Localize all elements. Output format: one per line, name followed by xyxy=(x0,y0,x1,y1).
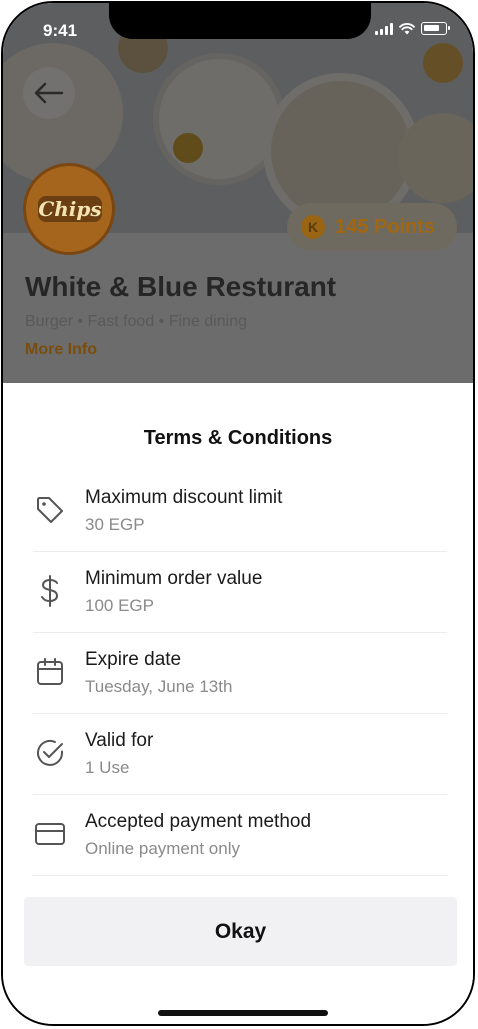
term-label: Maximum discount limit xyxy=(85,487,283,508)
home-indicator xyxy=(158,1010,328,1016)
logo-text: Chips xyxy=(38,196,102,222)
terms-bottom-sheet: Terms & Conditions Maximum discount limi… xyxy=(3,383,473,1024)
term-label: Valid for xyxy=(85,730,154,751)
check-circle-icon xyxy=(33,736,67,770)
status-icons xyxy=(375,22,450,35)
credit-card-icon xyxy=(33,817,67,851)
back-button[interactable] xyxy=(23,67,75,119)
term-value: 100 EGP xyxy=(85,596,154,615)
term-row-max-discount: Maximum discount limit 30 EGP xyxy=(33,471,447,552)
term-value: 30 EGP xyxy=(85,515,145,534)
wifi-icon xyxy=(399,23,415,35)
term-row-expire-date: Expire date Tuesday, June 13th xyxy=(33,633,447,714)
term-value: Online payment only xyxy=(85,839,240,858)
calendar-icon xyxy=(33,655,67,689)
dollar-icon xyxy=(33,574,67,608)
more-info-link[interactable]: More Info xyxy=(25,341,97,359)
term-row-min-order: Minimum order value 100 EGP xyxy=(33,552,447,633)
term-row-valid-for: Valid for 1 Use xyxy=(33,714,447,795)
status-time: 9:41 xyxy=(43,21,78,40)
term-label: Expire date xyxy=(85,649,182,670)
term-label: Minimum order value xyxy=(85,568,263,589)
tag-icon xyxy=(33,493,67,527)
phone-frame: 9:41 Chips K 145 Points White & Blue Res… xyxy=(1,1,475,1026)
sheet-title: Terms & Conditions xyxy=(143,427,333,449)
cellular-signal-icon xyxy=(375,23,393,35)
okay-button[interactable]: Okay xyxy=(24,897,457,966)
points-value: 145 Points xyxy=(335,215,436,238)
term-label: Accepted payment method xyxy=(85,811,312,832)
restaurant-logo: Chips xyxy=(23,163,115,255)
restaurant-name: White & Blue Resturant xyxy=(25,271,337,302)
device-notch xyxy=(109,3,371,39)
points-badge: K 145 Points xyxy=(287,203,457,251)
term-row-payment-method: Accepted payment method Online payment o… xyxy=(33,795,447,876)
term-value: 1 Use xyxy=(85,758,130,777)
arrow-left-icon xyxy=(34,82,64,104)
term-value: Tuesday, June 13th xyxy=(85,677,233,696)
points-coin-icon: K xyxy=(301,215,325,239)
battery-icon xyxy=(421,22,450,35)
restaurant-tags: Burger • Fast food • Fine dining xyxy=(25,313,247,330)
